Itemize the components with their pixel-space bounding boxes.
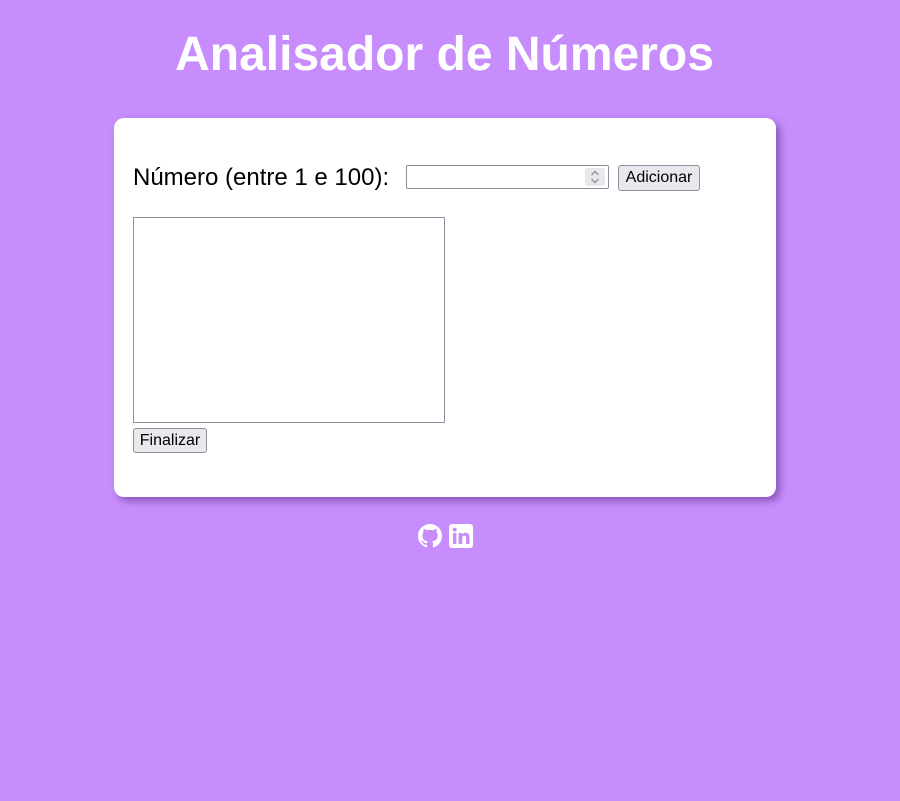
number-input[interactable] (406, 165, 609, 189)
page-title: Analisador de Números (175, 28, 714, 81)
linkedin-icon[interactable] (449, 524, 473, 548)
number-spinner[interactable] (585, 168, 605, 186)
spinner-arrows-icon (591, 170, 599, 184)
analyzer-card: Número (entre 1 e 100): Adicionar Finali… (114, 118, 776, 497)
social-links (418, 524, 473, 548)
github-icon[interactable] (418, 524, 442, 548)
number-label: Número (entre 1 e 100): (133, 164, 390, 191)
add-button[interactable]: Adicionar (618, 165, 700, 191)
numbers-list[interactable] (133, 217, 445, 423)
finish-button[interactable]: Finalizar (133, 428, 207, 453)
